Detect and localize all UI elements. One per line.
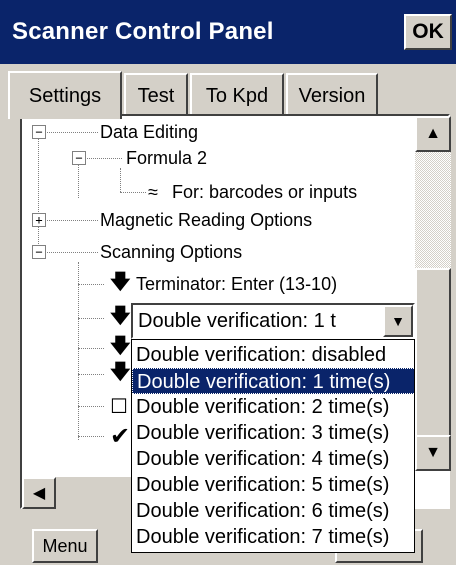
tree-connector <box>38 138 39 258</box>
chevron-down-icon[interactable]: ▼ <box>383 305 413 337</box>
tree-item-magnetic-reading[interactable]: Magnetic Reading Options <box>100 207 312 233</box>
dropdown-option[interactable]: Double verification: 4 time(s) <box>132 446 414 472</box>
tree-connector <box>44 252 98 253</box>
down-arrow-icon: 🡇 <box>110 271 131 293</box>
tab-to-kpd[interactable]: To Kpd <box>190 73 284 117</box>
down-arrow-icon: 🡇 <box>110 361 131 383</box>
tree-connector <box>78 262 79 440</box>
tree-connector <box>78 318 104 319</box>
collapse-icon[interactable]: − <box>72 151 86 165</box>
verification-combo[interactable]: Double verification: 1 t ▼ <box>131 303 415 339</box>
tree-item-scanning-options[interactable]: Scanning Options <box>100 239 242 265</box>
tree-item-terminator[interactable]: Terminator: Enter (13-10) <box>136 271 337 297</box>
vertical-scrollbar[interactable]: ▲ ▼ <box>415 116 451 471</box>
tab-version[interactable]: Version <box>286 73 378 117</box>
tree-connector <box>44 220 98 221</box>
verification-dropdown[interactable]: Double verification: disabled Double ver… <box>131 339 415 553</box>
tree-connector <box>78 374 104 375</box>
dropdown-option[interactable]: Double verification: 7 time(s) <box>132 524 414 550</box>
collapse-icon[interactable]: − <box>32 125 46 139</box>
tree-item-data-editing[interactable]: Data Editing <box>100 119 198 145</box>
dropdown-option[interactable]: Double verification: 5 time(s) <box>132 472 414 498</box>
tab-settings[interactable]: Settings <box>8 71 122 119</box>
dropdown-option[interactable]: Double verification: disabled <box>132 342 414 368</box>
approx-icon: ≈ <box>148 181 158 202</box>
tree-connector <box>78 284 104 285</box>
scroll-left-icon[interactable]: ◀ <box>22 477 56 509</box>
tree-connector <box>78 164 79 198</box>
scroll-down-icon[interactable]: ▼ <box>415 435 451 471</box>
dropdown-option[interactable]: Double verification: 3 time(s) <box>132 420 414 446</box>
dropdown-option[interactable]: Double verification: 6 time(s) <box>132 498 414 524</box>
checkbox-icon[interactable]: ☐ <box>110 393 128 419</box>
menu-button[interactable]: Menu <box>32 529 98 563</box>
dropdown-option-selected[interactable]: Double verification: 1 time(s) <box>132 368 414 394</box>
down-arrow-icon: 🡇 <box>110 305 131 327</box>
tree-item-formula-2[interactable]: Formula 2 <box>126 145 207 171</box>
tree-item-for-rule[interactable]: For: barcodes or inputs <box>172 179 357 205</box>
tree-connector <box>78 436 104 437</box>
scroll-up-icon[interactable]: ▲ <box>415 116 451 152</box>
tree-connector <box>120 192 146 193</box>
collapse-icon[interactable]: − <box>32 245 46 259</box>
expand-icon[interactable]: + <box>32 213 46 227</box>
tree-connector <box>78 348 104 349</box>
tab-test[interactable]: Test <box>124 73 188 117</box>
tab-bar: Settings Test To Kpd Version <box>8 71 456 119</box>
combo-value: Double verification: 1 t <box>138 309 336 332</box>
tree-connector <box>78 406 104 407</box>
check-icon[interactable]: ✔ <box>110 423 130 450</box>
title-bar: Scanner Control Panel OK <box>0 0 456 64</box>
tree-connector <box>84 158 122 159</box>
ok-button[interactable]: OK <box>404 14 452 50</box>
window-title: Scanner Control Panel <box>12 18 274 45</box>
tree-connector <box>120 168 121 192</box>
tree-connector <box>44 132 98 133</box>
dropdown-option[interactable]: Double verification: 2 time(s) <box>132 394 414 420</box>
scroll-thumb[interactable] <box>415 268 451 438</box>
